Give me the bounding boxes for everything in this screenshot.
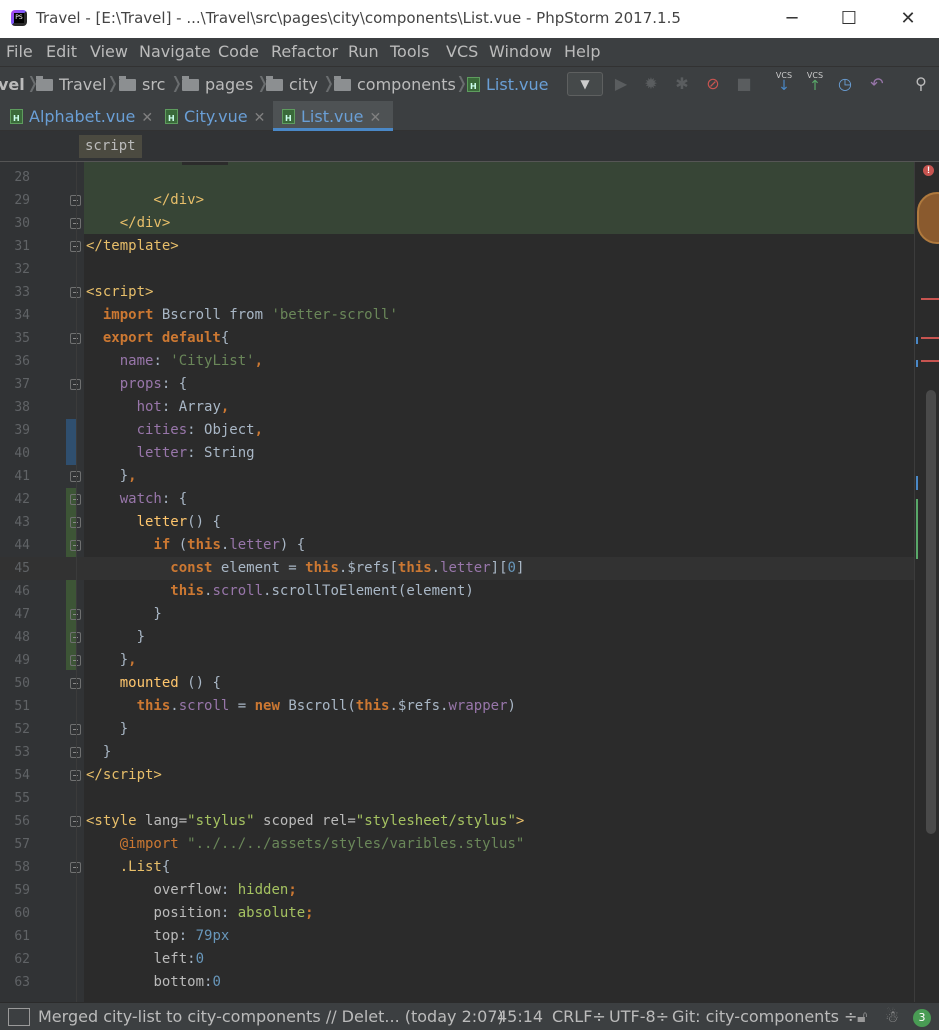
crumb-src[interactable]: src	[119, 75, 165, 94]
breadcrumb-script-tag[interactable]: script	[79, 135, 142, 158]
crumb-file[interactable]: H List.vue	[467, 75, 549, 94]
crumb-travel[interactable]: Travel	[36, 75, 107, 94]
navigation-bar: vel ❭ Travel ❭ src ❭ pages ❭ city ❭ comp…	[0, 66, 939, 101]
menu-run[interactable]: Run	[348, 42, 379, 61]
vue-file-icon: H	[467, 77, 480, 92]
close-tab-icon[interactable]: ✕	[370, 110, 382, 126]
title-bar: PS Travel - [E:\Travel] - ...\Travel\src…	[0, 0, 939, 38]
tab-city-vue[interactable]: H City.vue ✕	[165, 101, 271, 131]
vue-file-icon: H	[10, 109, 23, 124]
menu-code[interactable]: Code	[218, 42, 259, 61]
window-title: Travel - [E:\Travel] - ...\Travel\src\pa…	[36, 9, 681, 27]
inspector-icon[interactable]: ☃	[885, 1007, 899, 1026]
vcs-commit-icon[interactable]: VCS ↑	[804, 71, 826, 97]
code-editor[interactable]: 28 29 </div> 30 </div> 31 </template> 32 …	[0, 162, 939, 1002]
status-bar: Merged city-list to city-components // D…	[0, 1002, 939, 1030]
menu-window[interactable]: Window	[489, 42, 552, 61]
git-branch[interactable]: Git: city-components ÷	[672, 1007, 857, 1026]
vcs-update-icon[interactable]: VCS ↓	[773, 71, 795, 97]
crumb-city[interactable]: city	[266, 75, 318, 94]
menu-view[interactable]: View	[90, 42, 128, 61]
folder-icon	[119, 76, 136, 91]
folder-icon	[182, 76, 199, 91]
menu-bar: File Edit View Navigate Code Refactor Ru…	[0, 38, 939, 66]
stop-icon[interactable]: ■	[733, 73, 755, 95]
menu-tools[interactable]: Tools	[390, 42, 429, 61]
coverage-icon[interactable]: ✱	[671, 73, 693, 95]
folder-icon	[266, 76, 283, 91]
folder-icon	[36, 76, 53, 91]
history-icon[interactable]: ◷	[834, 73, 856, 95]
vue-file-icon: H	[282, 109, 295, 124]
status-message[interactable]: Merged city-list to city-components // D…	[38, 1007, 504, 1026]
menu-help[interactable]: Help	[564, 42, 600, 61]
maximize-button[interactable]: ☐	[820, 0, 878, 38]
phpstorm-icon: PS	[11, 10, 27, 26]
close-tab-icon[interactable]: ✕	[254, 110, 266, 126]
line-separator[interactable]: CRLF÷	[552, 1007, 606, 1026]
editor-tabs: H Alphabet.vue ✕ H City.vue ✕ H List.vue ✕	[0, 101, 939, 131]
crumb-project[interactable]: vel	[0, 75, 25, 94]
crumb-pages[interactable]: pages	[182, 75, 253, 94]
inspection-widget-icon[interactable]	[917, 192, 939, 244]
close-tab-icon[interactable]: ✕	[141, 110, 153, 126]
vue-file-icon: H	[165, 109, 178, 124]
folder-icon	[334, 76, 351, 91]
tab-alphabet-vue[interactable]: H Alphabet.vue ✕	[10, 101, 159, 131]
search-icon[interactable]: ⚲	[910, 73, 932, 95]
run-config-dropdown[interactable]: ▼	[567, 72, 603, 96]
menu-vcs[interactable]: VCS	[446, 42, 478, 61]
revert-icon[interactable]: ↶	[866, 73, 888, 95]
minimize-button[interactable]: ─	[763, 0, 821, 38]
menu-file[interactable]: File	[6, 42, 33, 61]
debug-icon[interactable]: ✹	[640, 73, 662, 95]
stop-debug-icon[interactable]: ⊘	[702, 73, 724, 95]
menu-refactor[interactable]: Refactor	[271, 42, 338, 61]
file-encoding[interactable]: UTF-8÷	[609, 1007, 669, 1026]
notifications-badge[interactable]: 3	[913, 1009, 931, 1027]
error-icon[interactable]: !	[923, 165, 934, 176]
toggle-tool-windows-icon[interactable]	[8, 1008, 30, 1026]
menu-edit[interactable]: Edit	[46, 42, 77, 61]
structure-breadcrumb: script	[0, 131, 939, 162]
crumb-components[interactable]: components	[334, 75, 456, 94]
caret-position[interactable]: 45:14	[497, 1007, 543, 1026]
menu-navigate[interactable]: Navigate	[139, 42, 211, 61]
run-icon[interactable]: ▶	[610, 73, 632, 95]
close-button[interactable]: ✕	[879, 0, 937, 38]
vertical-scrollbar[interactable]	[926, 390, 936, 834]
tab-list-vue[interactable]: H List.vue ✕	[273, 101, 394, 131]
lock-icon[interactable]: 🔓︎	[857, 1007, 867, 1027]
